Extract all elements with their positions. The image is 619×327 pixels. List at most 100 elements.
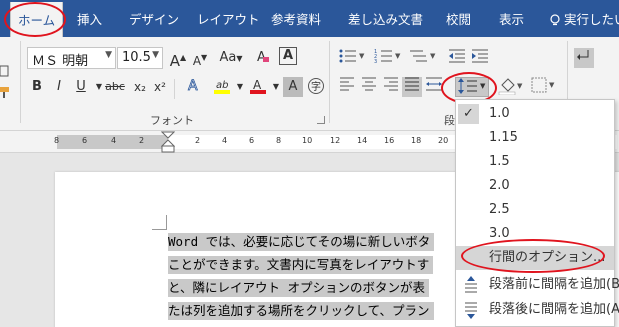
justify-button[interactable]: [402, 77, 422, 97]
grow-font-button[interactable]: A▲: [168, 48, 188, 70]
text-effects-button[interactable]: A: [184, 77, 204, 97]
shrink-font-button[interactable]: A▼: [190, 48, 210, 68]
italic-button[interactable]: I: [49, 77, 69, 97]
menu-item-1-0[interactable]: ✓ 1.0: [456, 102, 614, 126]
space-after-icon: [465, 302, 477, 319]
shading-button[interactable]: ▼: [497, 77, 525, 97]
clear-formatting-icon: A: [257, 50, 269, 65]
menu-item-add-space-after[interactable]: 段落後に間隔を追加(A): [456, 298, 619, 322]
grow-font-icon: A: [169, 52, 181, 70]
font-color-button[interactable]: A: [248, 77, 268, 97]
tab-review[interactable]: 校閲: [446, 9, 471, 28]
change-case-button[interactable]: Aa▼: [218, 48, 244, 68]
document-line[interactable]: ことができます。文書内に写真をレイアウトす: [168, 256, 434, 274]
align-right-button[interactable]: [381, 77, 401, 97]
checkmark-icon: ✓: [458, 104, 479, 124]
decrease-indent-icon: [449, 49, 465, 63]
numbering-icon: 123▼: [374, 49, 401, 65]
svg-text:▼: ▼: [430, 52, 436, 60]
numbering-button[interactable]: 1 2 3 ▼: [373, 48, 405, 68]
ruler-number: 6: [82, 136, 88, 145]
decrease-indent-button[interactable]: [447, 48, 467, 68]
separator: [329, 41, 330, 123]
tab-mailings[interactable]: 差し込み文書: [348, 9, 423, 28]
text-effects-icon: A: [188, 78, 199, 95]
chevron-down-icon: ▼: [105, 50, 112, 60]
menu-item-label: 1.5: [489, 154, 510, 169]
multilevel-list-button[interactable]: ▼: [408, 48, 440, 68]
paint-bucket-icon: ▼: [498, 78, 523, 96]
tab-layout[interactable]: レイアウト: [197, 9, 260, 28]
indent-marker-icon[interactable]: [161, 131, 175, 153]
align-right-icon: [384, 77, 398, 91]
font-size-value: 10.5: [122, 50, 151, 65]
space-before-icon: [465, 276, 477, 293]
tab-view[interactable]: 表示: [499, 9, 524, 28]
highlight-dropdown[interactable]: ▼: [230, 77, 250, 97]
menu-item-label: 3.0: [489, 226, 510, 241]
show-formatting-marks-button[interactable]: [574, 48, 594, 68]
menu-item-label: 1.15: [489, 130, 518, 145]
bold-button[interactable]: B: [27, 77, 47, 97]
chevron-down-icon: ▼: [152, 50, 159, 60]
menu-item-2-5[interactable]: 2.5: [456, 198, 614, 222]
menu-item-label: 2.0: [489, 178, 510, 193]
ruler-number: 12: [330, 136, 341, 145]
tab-design[interactable]: デザイン: [129, 9, 179, 28]
bullets-icon: ▼: [339, 49, 365, 63]
format-painter-icon[interactable]: [0, 85, 14, 105]
ruler-number: 4: [111, 136, 117, 145]
ruler-number: 20: [438, 136, 449, 145]
copy-icon[interactable]: [0, 65, 14, 85]
document-line[interactable]: たは列を追加する場所をクリックして、プラン: [168, 302, 434, 320]
justify-icon: [405, 77, 419, 91]
menu-item-1-15[interactable]: 1.15: [456, 126, 614, 150]
tab-insert[interactable]: 挿入: [77, 9, 102, 28]
tell-me-box[interactable]: 実行したい: [549, 9, 619, 28]
align-center-button[interactable]: [359, 77, 379, 97]
svg-text:字: 字: [311, 80, 321, 93]
enclose-characters-button[interactable]: 字: [306, 77, 326, 97]
highlighter-icon: ab: [214, 80, 230, 94]
character-shading-button[interactable]: A: [283, 77, 303, 97]
superscript-button[interactable]: x²: [150, 77, 170, 97]
borders-button[interactable]: ▼: [530, 77, 558, 97]
font-size-combo[interactable]: 10.5 ▼: [117, 47, 163, 69]
character-border-button[interactable]: A: [279, 47, 297, 65]
menu-item-label: 段落後に間隔を追加(A): [489, 302, 619, 317]
change-case-icon: Aa: [219, 50, 237, 65]
document-line[interactable]: と、隣にレイアウト オプションのボタンが表: [168, 279, 430, 297]
font-group-label: フォント: [150, 114, 194, 127]
tell-me-label: 実行したい: [564, 12, 619, 27]
align-left-button[interactable]: [337, 77, 357, 97]
align-left-icon: [340, 77, 354, 91]
menu-item-2-0[interactable]: 2.0: [456, 174, 614, 198]
svg-text:▼: ▼: [549, 81, 555, 89]
enclosed-character-icon: 字: [308, 78, 324, 94]
font-dialog-launcher[interactable]: [317, 116, 325, 124]
menu-item-1-5[interactable]: 1.5: [456, 150, 614, 174]
document-line[interactable]: Word では、必要に応じてその場に新しいボタ: [168, 233, 435, 251]
svg-text:▼: ▼: [517, 82, 523, 90]
shrink-font-icon: A: [192, 54, 202, 68]
ruler-number: 14: [357, 136, 368, 145]
menu-item-add-space-before[interactable]: 段落前に間隔を追加(B): [456, 273, 619, 297]
highlight-color-button[interactable]: ab: [212, 77, 232, 97]
strikethrough-button[interactable]: abc: [104, 77, 126, 97]
ruler-number: 2: [195, 136, 201, 145]
align-center-icon: [362, 77, 376, 91]
ruler-number: 16: [384, 136, 395, 145]
bullets-button[interactable]: ▼: [337, 48, 369, 68]
increase-indent-icon: [472, 49, 488, 63]
svg-text:ab: ab: [216, 80, 228, 91]
svg-text:3: 3: [374, 59, 377, 64]
separator: [174, 79, 175, 99]
tab-references[interactable]: 参考資料: [271, 9, 321, 28]
ruler-number: 10: [302, 136, 313, 145]
underline-button[interactable]: U: [71, 77, 91, 97]
increase-indent-button[interactable]: [470, 48, 490, 68]
clear-formatting-button[interactable]: A: [252, 48, 272, 68]
subscript-button[interactable]: x₂: [130, 77, 150, 97]
font-name-combo[interactable]: ＭＳ 明朝 ▼: [27, 47, 116, 69]
menu-item-label: 段落前に間隔を追加(B): [489, 277, 619, 292]
